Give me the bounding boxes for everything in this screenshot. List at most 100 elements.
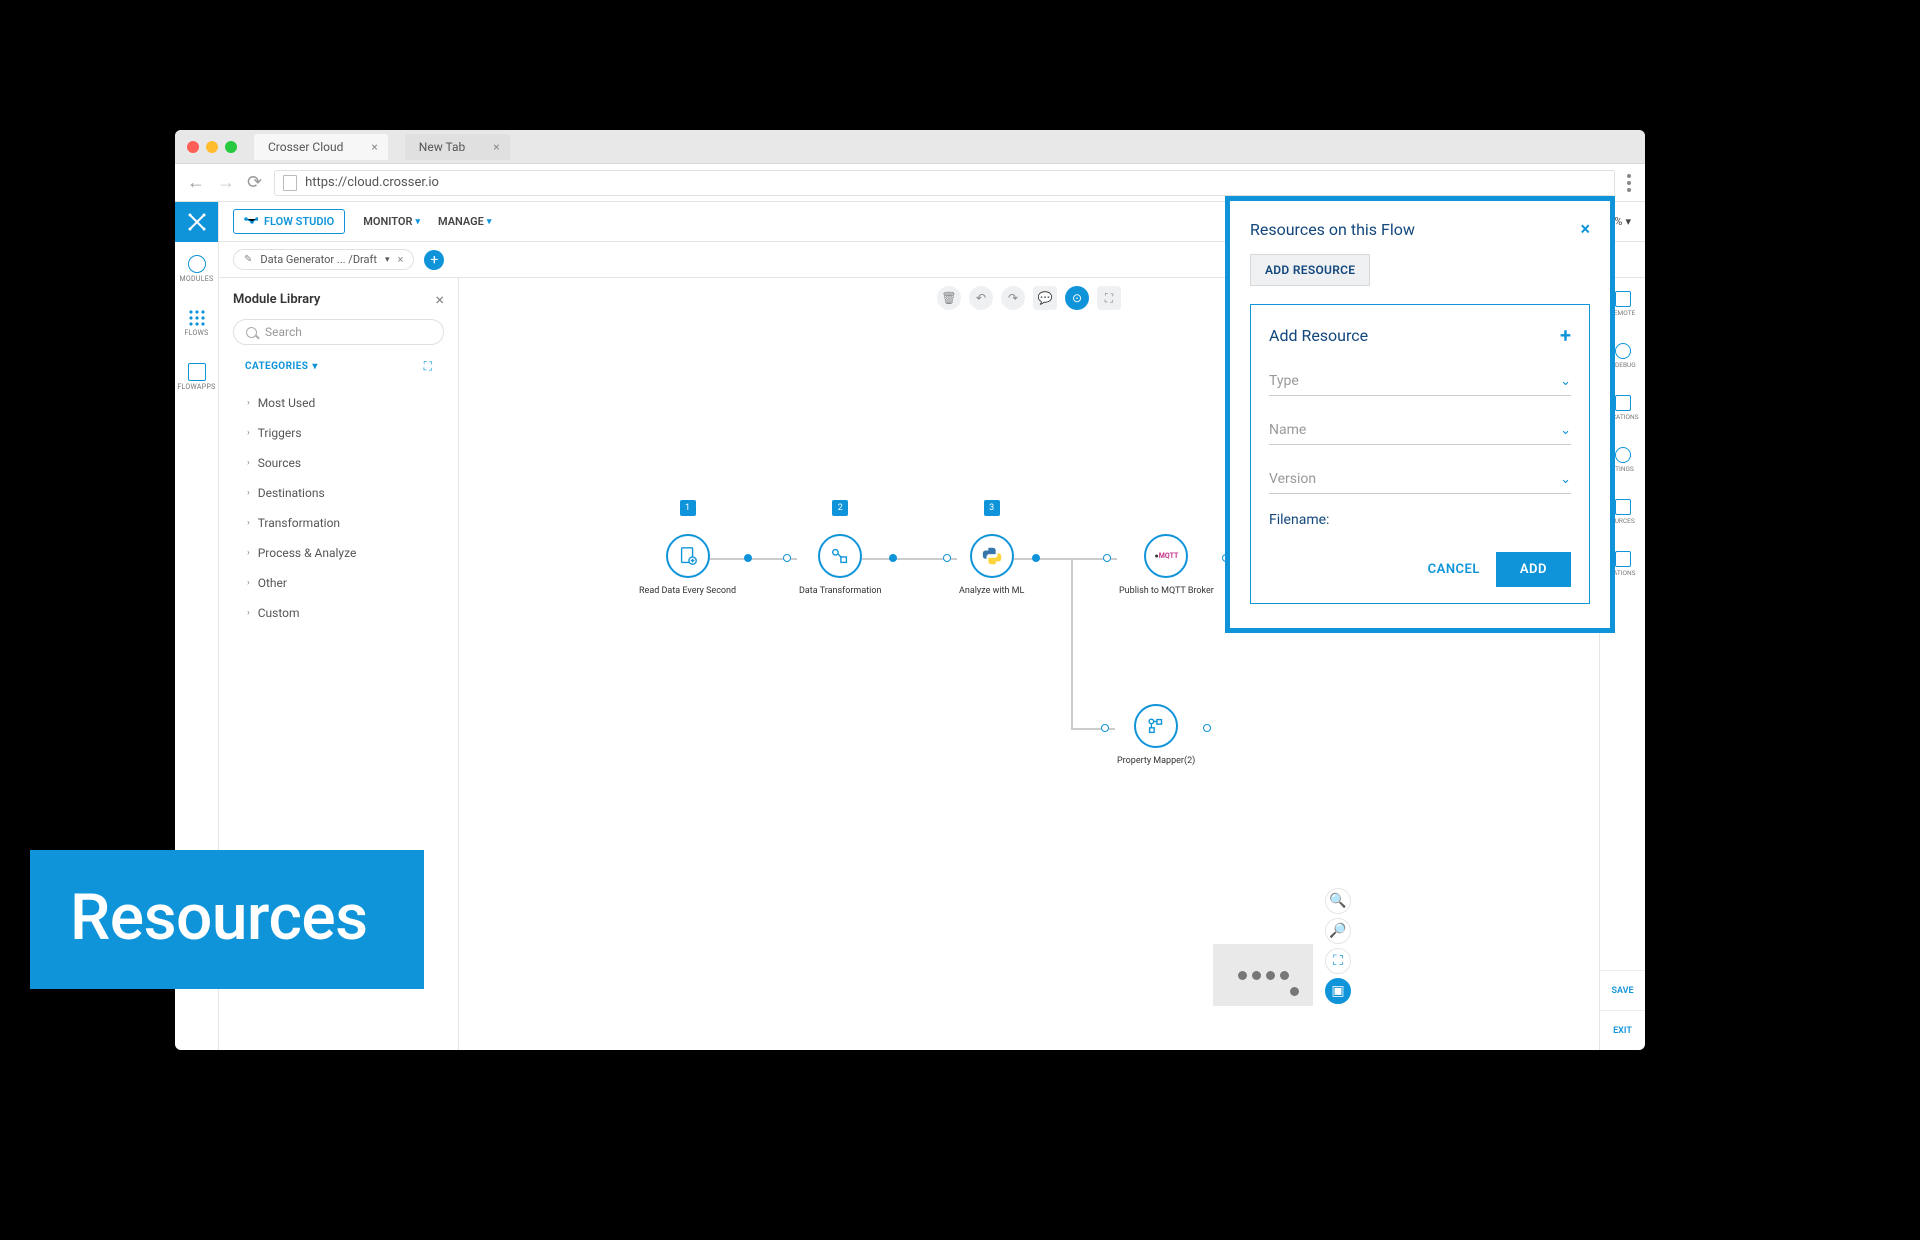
maximize-window-icon[interactable]	[225, 141, 237, 153]
input-port[interactable]	[1103, 554, 1111, 562]
category-item[interactable]: ›Transformation	[233, 508, 444, 538]
node-badge: 1	[680, 500, 696, 516]
chevron-down-icon: ▾	[415, 217, 420, 227]
category-item[interactable]: ›Destinations	[233, 478, 444, 508]
input-port[interactable]	[783, 554, 791, 562]
minimize-window-icon[interactable]	[206, 141, 218, 153]
output-port[interactable]	[744, 554, 752, 562]
browser-menu-icon[interactable]	[1627, 174, 1633, 192]
magnet-button[interactable]: ⊙	[1065, 286, 1089, 310]
close-window-icon[interactable]	[187, 141, 199, 153]
output-port[interactable]	[1032, 554, 1040, 562]
url-field[interactable]: https://cloud.crosser.io	[274, 170, 1615, 196]
chevron-down-icon: ▾	[385, 255, 390, 265]
center-button[interactable]: ▣	[1325, 978, 1351, 1004]
output-port[interactable]	[889, 554, 897, 562]
close-doc-tab[interactable]: ×	[398, 253, 404, 266]
flow-node[interactable]: 3 Analyze with ML	[959, 534, 1024, 596]
chevron-right-icon: ›	[247, 578, 250, 588]
name-select[interactable]: Name ⌄	[1269, 414, 1571, 445]
chevron-down-icon: ▾	[312, 361, 317, 372]
chevron-down-icon: ⌄	[1560, 472, 1571, 487]
gear-icon	[1615, 447, 1631, 463]
output-port[interactable]	[1203, 724, 1211, 732]
fullscreen-button[interactable]: ⛶	[1097, 286, 1121, 310]
forward-button[interactable]: →	[217, 172, 235, 193]
expand-all-button[interactable]: ⛶	[424, 359, 432, 374]
chevron-right-icon: ›	[247, 548, 250, 558]
input-port[interactable]	[943, 554, 951, 562]
input-port[interactable]	[1101, 724, 1109, 732]
node-label: Property Mapper(2)	[1117, 756, 1195, 766]
add-button[interactable]: ADD	[1496, 552, 1571, 587]
search-input[interactable]: Search	[233, 319, 444, 345]
form-title: Add Resource	[1269, 326, 1368, 345]
zoom-in-button[interactable]: 🔍	[1325, 888, 1351, 914]
url-text: https://cloud.crosser.io	[305, 175, 439, 190]
expand-form-button[interactable]: +	[1560, 323, 1571, 347]
flow-node[interactable]: ●MQTT Publish to MQTT Broker	[1119, 534, 1214, 596]
search-icon	[246, 327, 257, 338]
rail-flows[interactable]: FLOWS	[175, 296, 218, 350]
category-item[interactable]: ›Triggers	[233, 418, 444, 448]
categories-header[interactable]: CATEGORIES ▾	[245, 361, 318, 372]
chevron-right-icon: ›	[247, 428, 250, 438]
minimap[interactable]	[1213, 944, 1313, 1006]
chevron-right-icon: ›	[247, 458, 250, 468]
flow-studio-button[interactable]: FLOW STUDIO	[233, 209, 345, 234]
close-library-button[interactable]: ×	[435, 290, 444, 309]
fit-button[interactable]: ⛶	[1325, 948, 1351, 974]
delete-button[interactable]: 🗑	[937, 286, 961, 310]
category-item[interactable]: ›Most Used	[233, 388, 444, 418]
close-tab-icon[interactable]: ×	[371, 140, 377, 154]
comment-button[interactable]: 💬	[1033, 286, 1057, 310]
flow-node[interactable]: 1 Read Data Every Second	[639, 534, 736, 596]
filename-label: Filename:	[1269, 512, 1571, 528]
monitor-label: MONITOR	[363, 215, 412, 228]
close-tab-icon[interactable]: ×	[493, 140, 499, 154]
doc-tab[interactable]: ✎ Data Generator ... /Draft ▾ ×	[233, 249, 414, 270]
category-item[interactable]: ›Sources	[233, 448, 444, 478]
zoom-out-button[interactable]: 🔎	[1325, 918, 1351, 944]
manage-label: MANAGE	[438, 215, 484, 228]
manage-menu[interactable]: MANAGE ▾	[438, 215, 491, 228]
undo-button[interactable]: ↶	[969, 286, 993, 310]
remote-icon	[1615, 291, 1631, 307]
flow-node[interactable]: 2 Data Transformation	[799, 534, 881, 596]
app-logo[interactable]	[175, 202, 218, 242]
rail-flowapps[interactable]: FLOWAPPS	[175, 350, 218, 404]
flowapps-icon	[188, 363, 206, 381]
canvas-toolbar: 🗑 ↶ ↷ 💬 ⊙ ⛶	[937, 286, 1121, 310]
rail-label: MODULES	[179, 275, 213, 283]
node-badge: 2	[832, 500, 848, 516]
reload-button[interactable]: ⟳	[247, 172, 262, 193]
type-select[interactable]: Type ⌄	[1269, 365, 1571, 396]
resources-title: Resources on this Flow	[1250, 220, 1415, 239]
flows-icon	[188, 309, 206, 327]
debug-icon	[1615, 343, 1631, 359]
close-resources-button[interactable]: ×	[1580, 219, 1590, 240]
category-item[interactable]: ›Custom	[233, 598, 444, 628]
category-item[interactable]: ›Process & Analyze	[233, 538, 444, 568]
add-tab-button[interactable]: +	[424, 250, 444, 270]
rail-modules[interactable]: MODULES	[175, 242, 218, 296]
flow-node[interactable]: Property Mapper(2)	[1117, 704, 1195, 766]
browser-tab-active[interactable]: Crosser Cloud ×	[254, 134, 388, 160]
stations-icon	[1615, 551, 1631, 567]
exit-button[interactable]: EXIT	[1600, 1010, 1645, 1050]
category-item[interactable]: ›Other	[233, 568, 444, 598]
chevron-right-icon: ›	[247, 608, 250, 618]
version-select[interactable]: Version ⌄	[1269, 463, 1571, 494]
back-button[interactable]: ←	[187, 172, 205, 193]
redo-button[interactable]: ↷	[1001, 286, 1025, 310]
browser-tab-inactive[interactable]: New Tab ×	[405, 134, 510, 160]
cancel-button[interactable]: CANCEL	[1428, 562, 1480, 577]
bell-icon	[1615, 395, 1631, 411]
node-label: Publish to MQTT Broker	[1119, 586, 1214, 596]
chevron-down-icon: ▾	[487, 217, 492, 227]
rail-label: FLOWAPPS	[177, 383, 215, 391]
monitor-menu[interactable]: MONITOR ▾	[363, 215, 420, 228]
add-resource-button[interactable]: ADD RESOURCE	[1250, 254, 1370, 286]
save-button[interactable]: SAVE	[1600, 970, 1645, 1010]
resources-icon	[1615, 499, 1631, 515]
